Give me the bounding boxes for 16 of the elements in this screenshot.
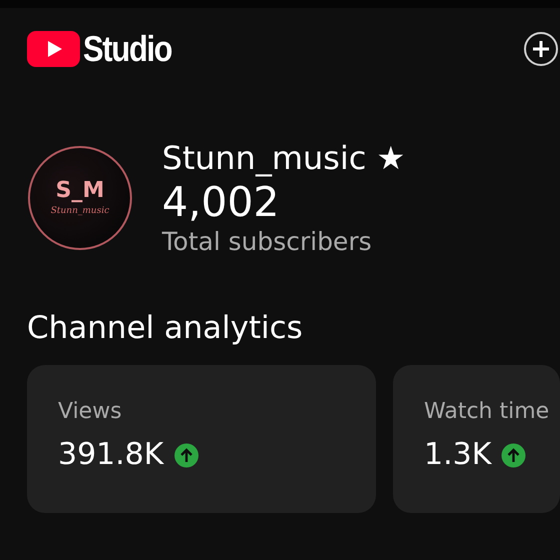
subscriber-count: 4,002 (162, 178, 280, 226)
metric-label: Watch time (424, 398, 550, 426)
metric-label: Views (58, 398, 122, 426)
channel-name: Stunn_music ★ (162, 138, 406, 178)
plus-icon (531, 39, 551, 59)
avatar-signature: Stunn_music (50, 206, 110, 216)
avatar-initials: S_M (56, 180, 104, 202)
section-title: Channel analytics (27, 309, 304, 348)
create-button[interactable] (524, 32, 558, 66)
play-logo-icon (27, 30, 80, 68)
metric-card[interactable]: Watch time 1.3K (393, 365, 560, 513)
metric-value: 1.3K (424, 437, 492, 473)
app-title: Studio (83, 28, 172, 70)
metric-value: 391.8K (58, 437, 164, 473)
metric-card[interactable]: Views 391.8K (27, 365, 376, 513)
subscriber-label: Total subscribers (162, 226, 373, 258)
